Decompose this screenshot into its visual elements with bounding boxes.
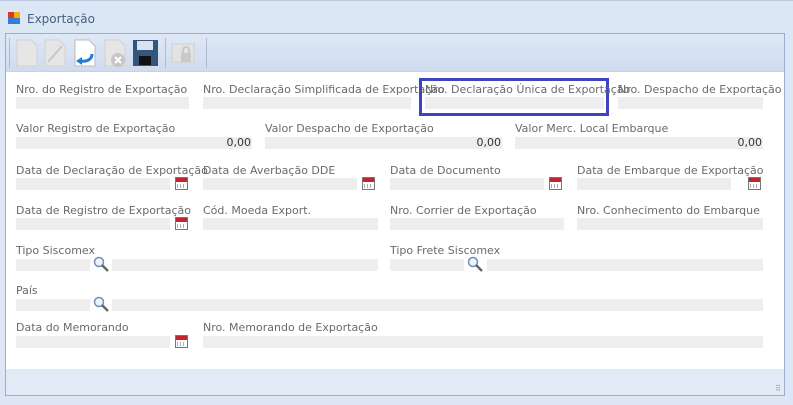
label-nro-memorando: Nro. Memorando de Exportação — [203, 321, 378, 334]
data-averbacao-input[interactable] — [203, 178, 357, 190]
valor-registro-input[interactable]: 0,00 — [16, 137, 252, 149]
search-icon[interactable] — [92, 256, 110, 272]
search-icon[interactable] — [466, 256, 484, 272]
toolbar — [6, 34, 784, 72]
label-nro-decl-simplificada: Nro. Declaração Simplificada de Exportaç… — [203, 83, 445, 96]
data-embarque-input[interactable] — [577, 178, 731, 190]
label-data-averbacao: Data de Averbação DDE — [203, 164, 336, 177]
pais-desc-input[interactable] — [112, 299, 763, 311]
tipo-frete-desc-input[interactable] — [487, 259, 763, 271]
calendar-icon[interactable] — [175, 335, 188, 348]
separator — [206, 38, 207, 68]
search-icon[interactable] — [92, 296, 110, 312]
calendar-icon[interactable] — [362, 177, 375, 190]
label-pais: País — [16, 284, 38, 297]
data-declaracao-input[interactable] — [16, 178, 170, 190]
valor-merc-input[interactable]: 0,00 — [515, 137, 763, 149]
save-icon[interactable] — [132, 38, 158, 68]
new-icon[interactable] — [14, 38, 40, 68]
calendar-icon[interactable] — [748, 177, 761, 190]
nro-registro-input[interactable] — [16, 97, 189, 109]
nro-courier-input[interactable] — [390, 218, 564, 230]
nro-despacho-input[interactable] — [618, 97, 763, 109]
delete-icon[interactable] — [102, 38, 128, 68]
data-documento-input[interactable] — [390, 178, 544, 190]
label-data-declaracao: Data de Declaração de Exportação — [16, 164, 208, 177]
lock-icon[interactable] — [170, 38, 196, 68]
label-nro-courier: Nro. Corrier de Exportação — [390, 204, 537, 217]
nro-decl-unica-input[interactable] — [425, 97, 604, 109]
undo-icon[interactable] — [72, 38, 98, 68]
cod-moeda-input[interactable] — [203, 218, 378, 230]
tipo-frete-code-input[interactable] — [390, 259, 464, 271]
calendar-icon[interactable] — [175, 177, 188, 190]
resize-grip-icon[interactable]: ⠿ — [775, 384, 781, 393]
edit-icon[interactable] — [42, 38, 68, 68]
nro-decl-simplificada-input[interactable] — [203, 97, 411, 109]
label-nro-registro: Nro. do Registro de Exportação — [16, 83, 188, 96]
valor-despacho-input[interactable]: 0,00 — [265, 137, 502, 149]
nro-conhecimento-input[interactable] — [577, 218, 763, 230]
label-data-memorando: Data do Memorando — [16, 321, 129, 334]
label-data-embarque: Data de Embarque de Exportação — [577, 164, 764, 177]
pais-code-input[interactable] — [16, 299, 90, 311]
app-icon — [8, 12, 22, 25]
separator — [9, 38, 10, 68]
label-cod-moeda: Cód. Moeda Export. — [203, 204, 312, 217]
label-nro-despacho: Nro. Despacho de Exportação — [618, 83, 782, 96]
label-nro-decl-unica: Nro. Declaração Única de Exportação — [425, 83, 631, 96]
label-data-registro: Data de Registro de Exportação — [16, 204, 192, 217]
title-bar: Exportação — [0, 0, 793, 33]
calendar-icon[interactable] — [549, 177, 562, 190]
label-valor-registro: Valor Registro de Exportação — [16, 122, 176, 135]
nro-memorando-input[interactable] — [203, 336, 763, 348]
label-valor-despacho: Valor Despacho de Exportação — [265, 122, 434, 135]
label-data-documento: Data de Documento — [390, 164, 501, 177]
data-registro-input[interactable] — [16, 218, 170, 230]
calendar-icon[interactable] — [175, 217, 188, 230]
tipo-siscomex-code-input[interactable] — [16, 259, 90, 271]
label-valor-merc: Valor Merc. Local Embarque — [515, 122, 669, 135]
label-tipo-siscomex: Tipo Siscomex — [16, 244, 95, 257]
tipo-siscomex-desc-input[interactable] — [112, 259, 378, 271]
window-title: Exportação — [27, 12, 95, 26]
footer: ⠿ — [6, 369, 784, 395]
separator — [165, 38, 166, 68]
data-memorando-input[interactable] — [16, 336, 170, 348]
label-nro-conhecimento: Nro. Conhecimento do Embarque — [577, 204, 760, 217]
